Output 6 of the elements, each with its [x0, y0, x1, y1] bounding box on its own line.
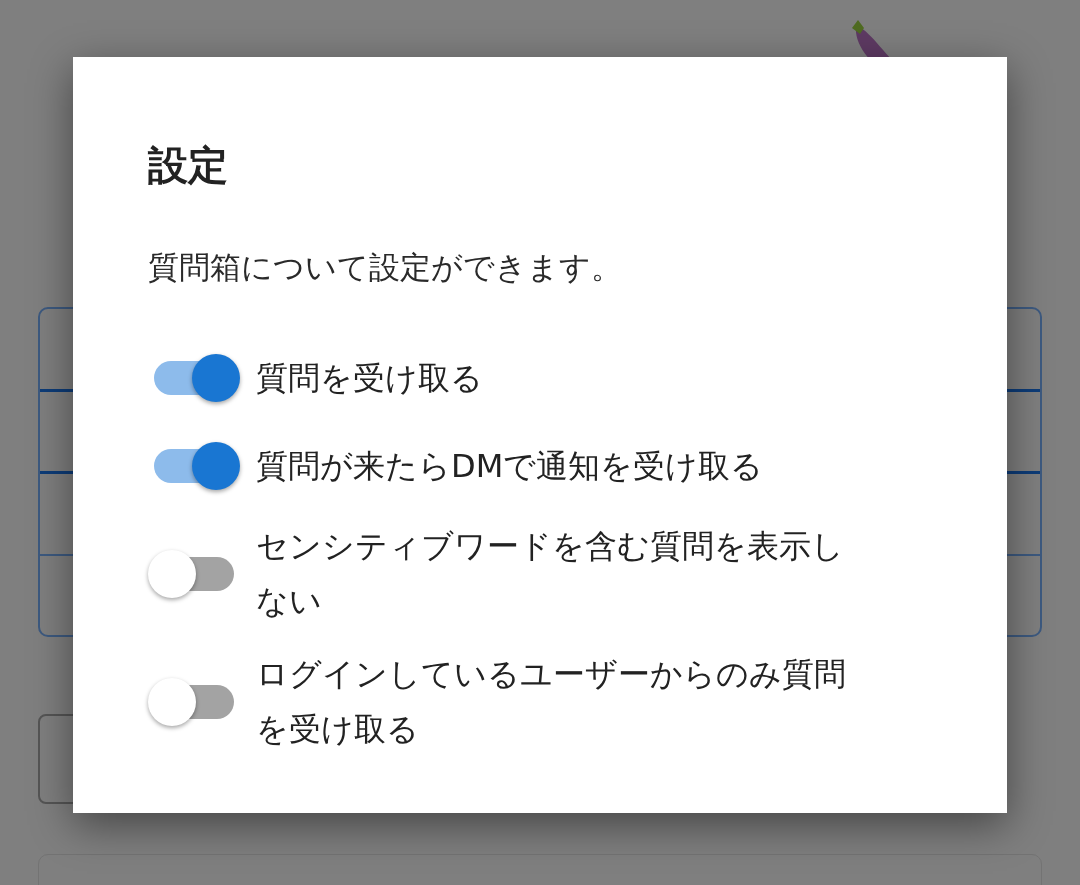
switch-label: 質問を受け取る [256, 357, 484, 399]
switch-label: 質問が来たらDMで通知を受け取る [256, 445, 765, 487]
dialog-title: 設定 [148, 141, 229, 190]
switch-label: ログインしているユーザーからのみ質問を受け取る [256, 654, 847, 750]
switch-label: センシティブワードを含む質問を表示しない [256, 526, 845, 622]
dialog-description: 質問箱について設定ができます。 [148, 248, 623, 287]
